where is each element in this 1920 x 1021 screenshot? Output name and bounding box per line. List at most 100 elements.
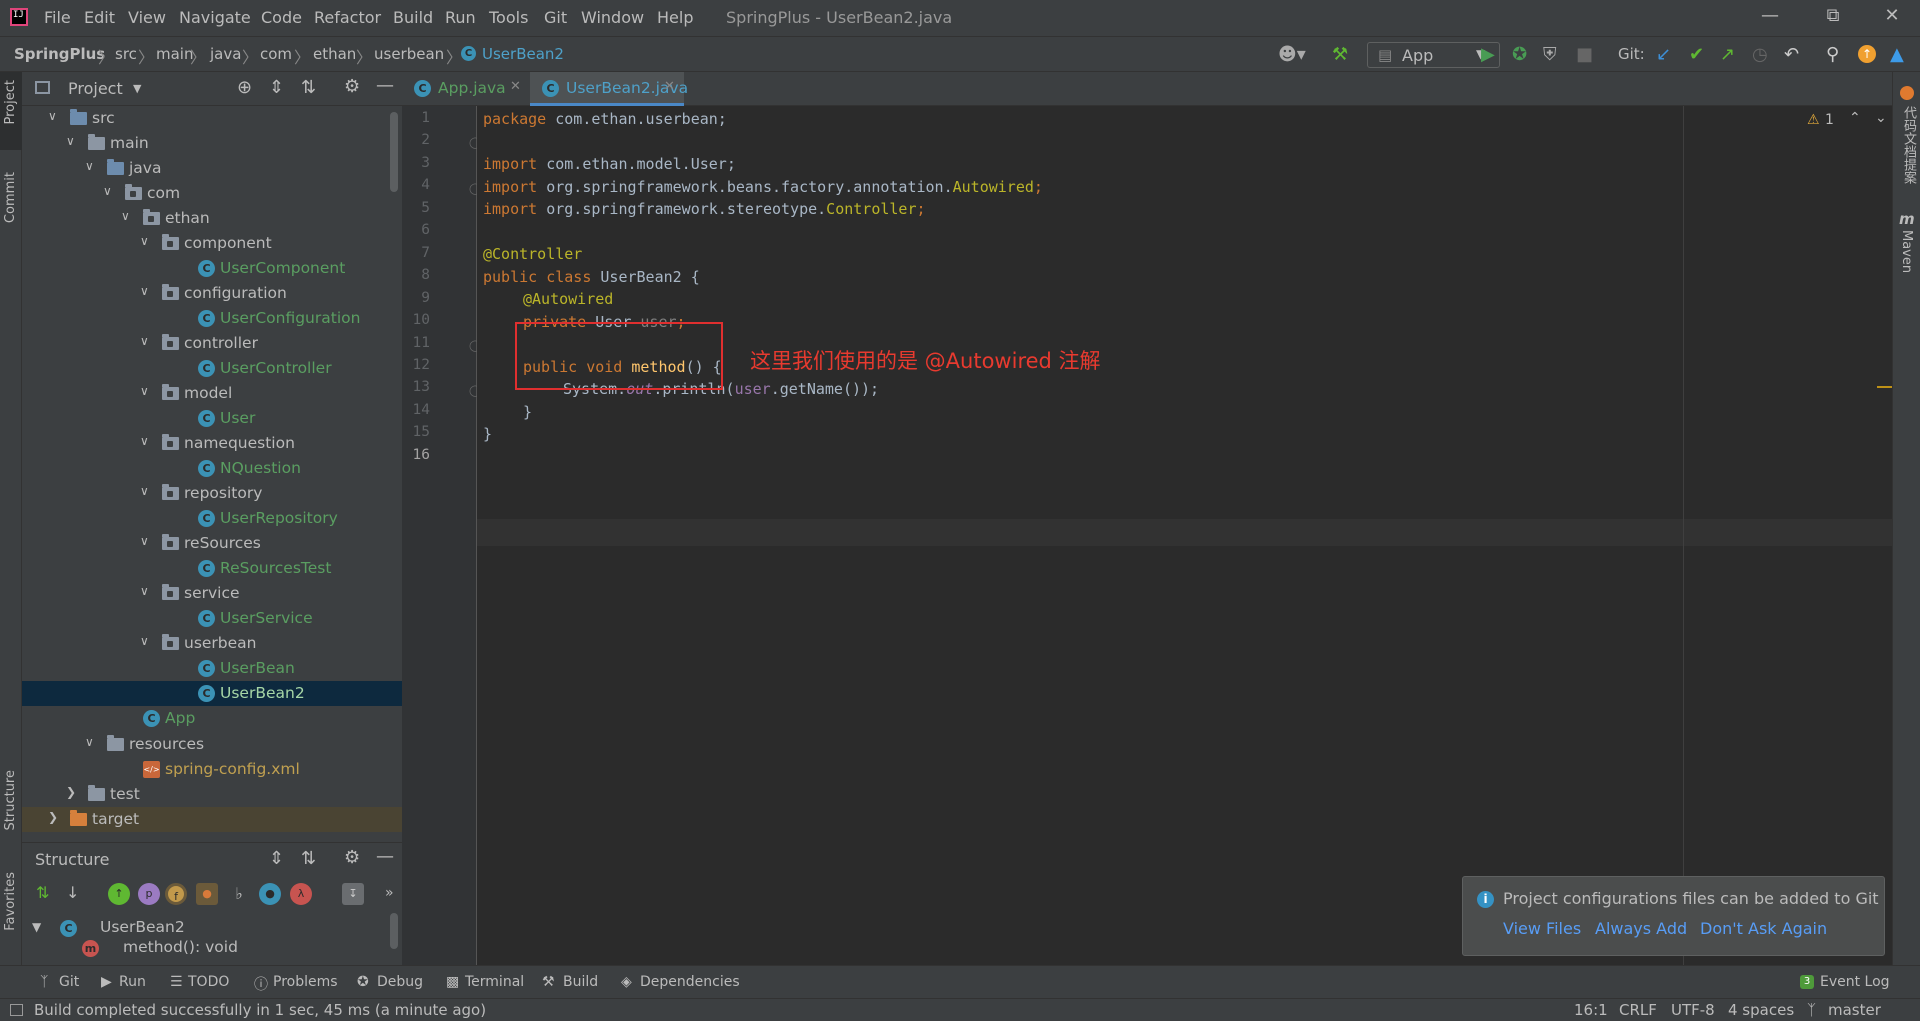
user-icon[interactable]: ☻▾ (1278, 44, 1306, 65)
close-tab-icon[interactable]: ✕ (664, 79, 675, 94)
hide-icon[interactable]: — (376, 75, 394, 96)
tree-item-repository[interactable]: ∨ repository (22, 481, 402, 506)
tree-item-target[interactable]: ❯ target (22, 806, 402, 832)
minimize-icon[interactable]: — (1750, 5, 1790, 26)
tree-item-model[interactable]: ∨ model (22, 381, 402, 406)
tool-window-code-doc[interactable]: 代码文档提案 (1899, 106, 1918, 184)
update-icon[interactable]: ↑ (1858, 45, 1876, 63)
breadcrumb-src[interactable]: src (115, 45, 137, 63)
structure-root[interactable]: UserBean2 (100, 918, 185, 936)
menu-edit[interactable]: Edit (84, 8, 115, 27)
breadcrumb-userbean[interactable]: userbean (374, 45, 444, 63)
tree-item-service[interactable]: ∨ service (22, 581, 402, 606)
tree-item-usercomponent[interactable]: C UserComponent (22, 256, 402, 281)
breadcrumb-ethan[interactable]: ethan (313, 45, 356, 63)
menu-refactor[interactable]: Refactor (314, 8, 381, 27)
debug-icon[interactable]: ✪ (1512, 44, 1527, 65)
chevron-right-icon[interactable]: ❯ (48, 810, 58, 824)
tree-item-test[interactable]: ❯ test (22, 782, 402, 807)
indent-setting[interactable]: 4 spaces (1728, 1001, 1794, 1019)
git-update-icon[interactable]: ↙ (1656, 44, 1671, 65)
tool-window-project[interactable]: Project (3, 80, 18, 124)
stop-icon[interactable]: ■ (1576, 44, 1593, 65)
chevron-down-icon[interactable]: ∨ (140, 384, 149, 398)
tree-item-main[interactable]: ∨ main (22, 131, 402, 156)
sort-visibility-icon[interactable]: ↓ (66, 883, 79, 902)
structure-member[interactable]: method(): void (123, 938, 238, 956)
expand-all-icon[interactable]: ⇕ (269, 848, 284, 869)
show-p-icon[interactable]: p (138, 883, 160, 905)
menu-file[interactable]: File (44, 8, 71, 27)
breadcrumb-main[interactable]: main (156, 45, 193, 63)
chevron-down-icon[interactable]: ▼ (32, 920, 41, 934)
sort-alpha-icon[interactable]: ⇅ (36, 883, 49, 902)
dont-ask-again-link[interactable]: Don't Ask Again (1700, 919, 1827, 938)
chevron-down-icon[interactable]: ∨ (140, 534, 149, 548)
tab-userbean2-java[interactable]: C UserBean2.java ✕ (530, 72, 688, 106)
breadcrumb-java[interactable]: java (210, 45, 241, 63)
coverage-icon[interactable]: ⛨ (1543, 44, 1557, 65)
git-branch[interactable]: master (1828, 1001, 1881, 1019)
git-commit-icon[interactable]: ✔ (1689, 44, 1704, 65)
tree-item-java[interactable]: ∨ java (22, 156, 402, 181)
tool-debug[interactable]: Debug (377, 974, 423, 990)
tool-problems[interactable]: Problems (273, 974, 338, 990)
inherited-icon[interactable]: ♭ (228, 883, 250, 905)
tool-git[interactable]: Git (59, 974, 79, 990)
chevron-down-icon[interactable]: ∨ (121, 209, 130, 223)
tab-app-java[interactable]: C App.java ✕ (402, 72, 530, 106)
scrollbar[interactable] (390, 913, 398, 949)
tool-todo[interactable]: TODO (188, 974, 229, 990)
project-panel-title[interactable]: Project (68, 79, 123, 98)
menu-build[interactable]: Build (393, 8, 433, 27)
close-icon[interactable]: ✕ (1872, 5, 1912, 26)
chevron-down-icon[interactable]: ∨ (140, 584, 149, 598)
tree-item-userservice[interactable]: C UserService (22, 606, 402, 631)
tool-run[interactable]: Run (119, 974, 146, 990)
tool-window-commit[interactable]: Commit (3, 172, 18, 223)
tree-item-com[interactable]: ∨ com (22, 181, 402, 206)
code-editor[interactable]: package com.ethan.userbean; import com.e… (477, 106, 1892, 965)
menu-help[interactable]: Help (657, 8, 693, 27)
chevron-down-icon[interactable]: ▼ (133, 82, 141, 95)
tree-item-src[interactable]: ∨ src (22, 106, 402, 131)
tree-item-resourcestest[interactable]: C ReSourcesTest (22, 556, 402, 581)
hide-icon[interactable]: — (376, 846, 394, 867)
chevron-down-icon[interactable]: ∨ (140, 334, 149, 348)
menu-run[interactable]: Run (445, 8, 476, 27)
tree-item-ethan[interactable]: ∨ ethan (22, 206, 402, 231)
menu-navigate[interactable]: Navigate (179, 8, 251, 27)
chevron-right-icon[interactable]: ❯ (66, 785, 76, 799)
tool-build[interactable]: Build (563, 974, 598, 990)
chevron-down-icon[interactable]: ∨ (140, 634, 149, 648)
tool-window-favorites[interactable]: Favorites (3, 872, 18, 931)
collapse-all-icon[interactable]: ⇅ (301, 77, 316, 98)
tree-item-controller[interactable]: ∨ controller (22, 331, 402, 356)
tree-item-app[interactable]: C App (22, 706, 402, 731)
lock-icon[interactable]: ● (196, 883, 218, 905)
chevron-down-icon[interactable]: ∨ (85, 159, 94, 173)
tool-dependencies[interactable]: Dependencies (640, 974, 740, 990)
tree-item-userconfiguration[interactable]: C UserConfiguration (22, 306, 402, 331)
tree-item-userbean[interactable]: ∨ userbean (22, 631, 402, 656)
always-add-link[interactable]: Always Add (1595, 919, 1687, 938)
show-fields-icon[interactable]: f (165, 883, 187, 905)
gear-icon[interactable]: ⚙ (344, 76, 360, 97)
chevron-down-icon[interactable]: ∨ (85, 735, 94, 749)
menu-tools[interactable]: Tools (489, 8, 528, 27)
chevron-down-icon[interactable]: ∨ (140, 234, 149, 248)
show-lambdas-icon[interactable]: λ (290, 883, 312, 905)
error-stripe-mark[interactable] (1877, 386, 1892, 388)
breadcrumb-class[interactable]: UserBean2 (482, 45, 564, 63)
breadcrumb-com[interactable]: com (260, 45, 292, 63)
tree-item-user[interactable]: C User (22, 406, 402, 431)
chevron-down-icon[interactable]: ∨ (140, 284, 149, 298)
toggle-panel-icon[interactable] (10, 1004, 23, 1016)
expand-all-icon[interactable]: ⇕ (269, 77, 284, 98)
tree-item-nquestion[interactable]: C NQuestion (22, 456, 402, 481)
menu-code[interactable]: Code (261, 8, 302, 27)
next-highlight-icon[interactable]: ⌄ (1875, 110, 1887, 126)
warning-icon[interactable]: ⚠ (1807, 112, 1820, 128)
chevron-down-icon[interactable]: ∨ (48, 109, 57, 123)
show-properties-icon[interactable]: ↑ (108, 883, 130, 905)
